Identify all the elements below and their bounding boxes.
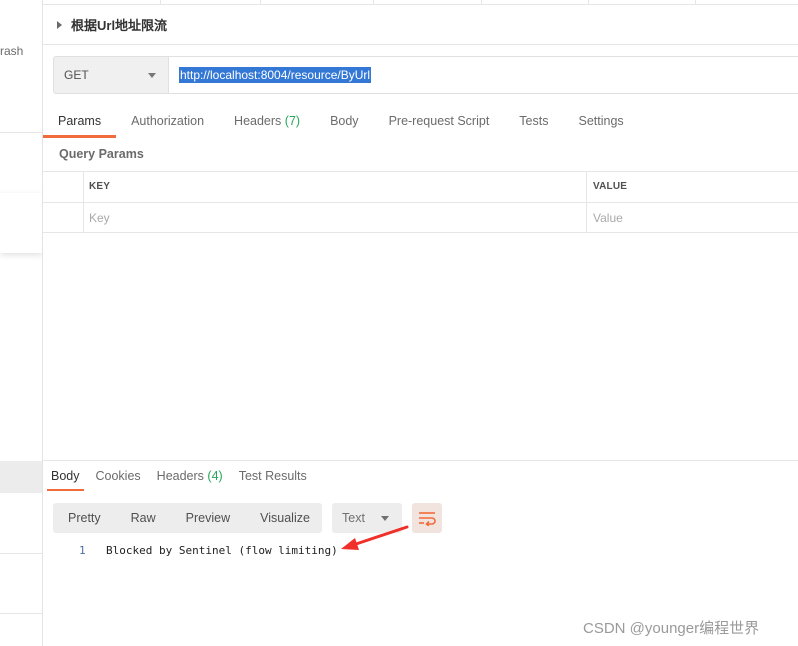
- response-headers-count: (4): [207, 469, 223, 483]
- response-tab-headers[interactable]: Headers (4): [149, 461, 231, 491]
- tab-label: Params: [58, 114, 102, 128]
- tab-body[interactable]: Body: [315, 104, 374, 138]
- tab-label: Body: [330, 114, 359, 128]
- sidebar-divider: [0, 613, 42, 614]
- tab-label: Tests: [519, 114, 549, 128]
- tab-label: Test Results: [238, 469, 307, 483]
- key-input[interactable]: Key: [89, 203, 110, 233]
- caret-right-icon[interactable]: [57, 20, 62, 29]
- table-header-row: KEY VALUE: [43, 171, 798, 202]
- checkbox-column: [43, 172, 84, 202]
- response-tab-body[interactable]: Body: [43, 461, 88, 491]
- tab-label: Body: [51, 469, 80, 483]
- sidebar-fragment-text[interactable]: rash: [0, 44, 23, 58]
- params-table: KEY VALUE Key Value: [43, 171, 798, 233]
- tab-authorization[interactable]: Authorization: [116, 104, 219, 138]
- chevron-down-icon: [148, 73, 156, 78]
- response-tab-test-results[interactable]: Test Results: [231, 461, 315, 491]
- tab-settings[interactable]: Settings: [563, 104, 638, 138]
- line-number: 1: [79, 544, 86, 557]
- sidebar-divider: [0, 553, 42, 554]
- visualize-button[interactable]: Visualize: [245, 503, 325, 533]
- tab-label: Settings: [578, 114, 624, 128]
- value-input[interactable]: Value: [586, 203, 798, 233]
- tab-tests[interactable]: Tests: [504, 104, 563, 138]
- url-input[interactable]: http://localhost:8004/resource/ByUrl: [168, 56, 798, 94]
- tab-label: Headers: [234, 114, 282, 128]
- wrap-lines-icon: [419, 512, 436, 526]
- sidebar: rash: [0, 0, 43, 646]
- method-select[interactable]: GET: [53, 56, 169, 94]
- table-row: Key Value: [43, 202, 798, 233]
- response-tabs: Body Cookies Headers (4) Test Results: [43, 461, 315, 491]
- request-title-row[interactable]: 根据Url地址限流: [43, 5, 798, 45]
- response-body-text: Blocked by Sentinel (flow limiting): [106, 544, 338, 557]
- tab-params[interactable]: Params: [43, 104, 117, 138]
- tab-label: Headers: [156, 469, 204, 483]
- method-label: GET: [64, 68, 89, 82]
- tab-label: Cookies: [95, 469, 141, 483]
- pretty-button[interactable]: Pretty: [53, 503, 116, 533]
- preview-button[interactable]: Preview: [171, 503, 245, 533]
- response-tab-cookies[interactable]: Cookies: [88, 461, 149, 491]
- query-params-label: Query Params: [59, 147, 144, 161]
- red-arrow-icon: [341, 525, 409, 550]
- wrap-lines-button[interactable]: [412, 503, 442, 533]
- tab-pre-request-script[interactable]: Pre-request Script: [374, 104, 505, 138]
- view-mode-group: Pretty Raw Preview Visualize: [53, 503, 322, 533]
- tab-headers[interactable]: Headers (7): [219, 104, 315, 138]
- sidebar-active-item[interactable]: [0, 461, 42, 493]
- row-checkbox-cell: [43, 203, 84, 233]
- key-column-header: KEY: [89, 181, 111, 192]
- headers-count: (7): [284, 114, 301, 128]
- sidebar-divider: [0, 132, 42, 133]
- watermark: CSDN @younger编程世界: [583, 620, 760, 637]
- tab-label: Pre-request Script: [388, 114, 490, 128]
- request-title: 根据Url地址限流: [71, 18, 168, 33]
- request-tabs: Params Authorization Headers (7) Body Pr…: [43, 104, 639, 138]
- value-column-header: VALUE: [586, 172, 798, 202]
- raw-button[interactable]: Raw: [116, 503, 171, 533]
- sidebar-card[interactable]: [0, 193, 42, 253]
- url-text: http://localhost:8004/resource/ByUrl: [179, 67, 372, 83]
- tab-label: Authorization: [131, 114, 205, 128]
